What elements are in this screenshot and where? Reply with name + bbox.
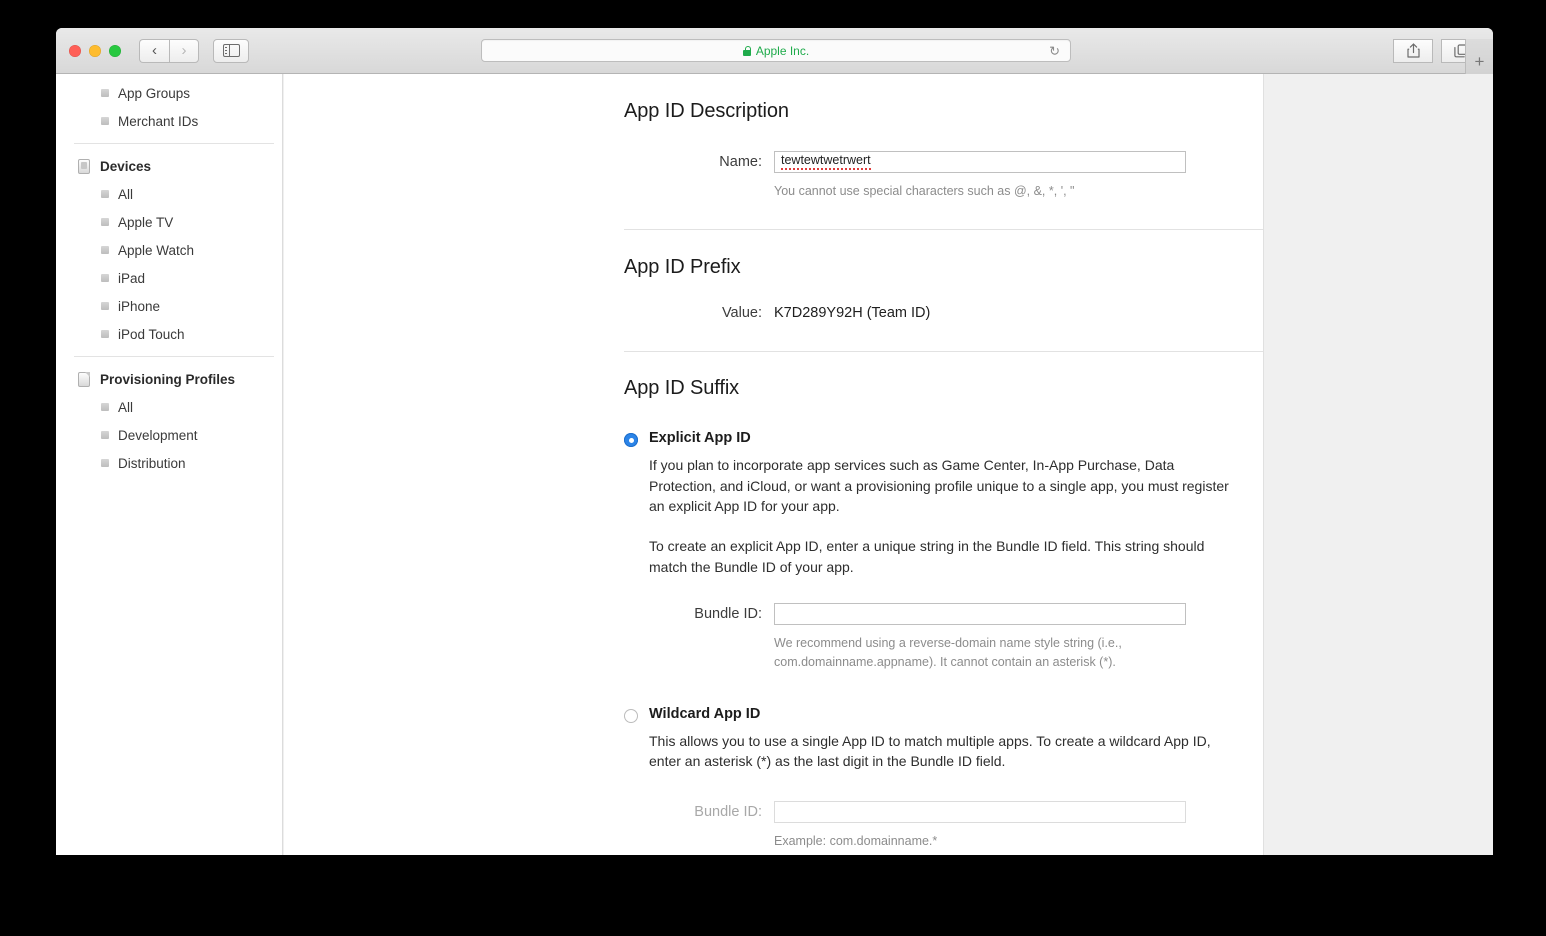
device-icon: [78, 158, 90, 174]
window-controls: [69, 44, 121, 57]
document-icon: [78, 371, 90, 387]
chevron-right-icon: ›: [181, 42, 187, 59]
wildcard-app-id-paragraph-1: This allows you to use a single App ID t…: [649, 732, 1211, 769]
bullet-icon: [101, 459, 109, 467]
bullet-icon: [101, 403, 109, 411]
bullet-icon: [101, 190, 109, 198]
content-pane: App ID Description Name: tewtewtwetrwert…: [284, 74, 1274, 855]
sidebar-item-profiles-all[interactable]: All: [74, 393, 284, 421]
sidebar: App Groups Merchant IDs Devices All Appl…: [56, 74, 283, 855]
sidebar-item-iphone[interactable]: iPhone: [74, 292, 284, 320]
lock-icon: [742, 45, 752, 56]
name-field-row: Name: tewtewtwetrwert: [624, 151, 1274, 173]
app-id-prefix-heading: App ID Prefix: [624, 256, 741, 279]
wildcard-bundle-id-row: Bundle ID:: [624, 801, 1274, 824]
section-divider: [624, 351, 1274, 353]
explicit-app-id-radio[interactable]: [624, 433, 638, 448]
sidebar-group-devices[interactable]: Devices: [74, 152, 284, 180]
share-button[interactable]: [1393, 38, 1433, 63]
sidebar-group-label: Devices: [100, 158, 152, 174]
sidebar-item-ipod-touch[interactable]: iPod Touch: [74, 320, 284, 348]
sidebar-item-label: All: [118, 186, 134, 202]
wildcard-bundle-id-hint: Example: com.domainname.*: [774, 834, 938, 849]
wildcard-bundle-id-label: Bundle ID:: [694, 804, 762, 821]
explicit-app-id-paragraph-2: To create an explicit App ID, enter a un…: [649, 538, 1205, 575]
bullet-icon: [101, 117, 109, 125]
prefix-value: K7D289Y92H (Team ID): [774, 305, 931, 322]
toolbar-right-group: +: [1385, 38, 1493, 85]
wildcard-app-id-title: Wildcard App ID: [649, 705, 761, 722]
browser-window: ‹ › Apple Inc. ↻ + App Groups Merchant I…: [56, 28, 1493, 855]
sidebar-item-app-groups[interactable]: App Groups: [74, 79, 284, 107]
bullet-icon: [101, 218, 109, 226]
wildcard-app-id-option[interactable]: Wildcard App ID This allows you to use a…: [624, 706, 1274, 772]
sidebar-item-label: iPad: [118, 270, 146, 286]
sidebar-group-provisioning-profiles[interactable]: Provisioning Profiles: [74, 365, 284, 393]
explicit-bundle-id-label: Bundle ID:: [694, 605, 762, 622]
sidebar-item-label: Apple Watch: [118, 242, 195, 258]
close-window-button[interactable]: [69, 44, 81, 57]
explicit-app-id-title: Explicit App ID: [649, 430, 751, 447]
bullet-icon: [101, 89, 109, 97]
sidebar-nav: App Groups Merchant IDs Devices All Appl…: [74, 74, 284, 477]
wildcard-bundle-id-input[interactable]: [774, 801, 1186, 824]
app-id-form: App ID Description Name: tewtewtwetrwert…: [624, 74, 1274, 852]
share-icon: [1406, 43, 1420, 58]
app-id-description-heading: App ID Description: [624, 100, 789, 122]
sidebar-divider: [74, 356, 274, 357]
name-hint: You cannot use special characters such a…: [774, 184, 1075, 198]
bullet-icon: [101, 302, 109, 310]
sidebar-item-label: Apple TV: [118, 214, 174, 230]
name-input[interactable]: tewtewtwetrwert: [774, 151, 1186, 173]
sidebar-item-apple-tv[interactable]: Apple TV: [74, 208, 284, 236]
sidebar-item-merchant-ids[interactable]: Merchant IDs: [74, 107, 284, 135]
minimize-window-button[interactable]: [89, 44, 101, 57]
name-input-value: tewtewtwetrwert: [781, 153, 871, 170]
wildcard-app-id-radio[interactable]: [624, 708, 638, 723]
sidebar-item-distribution[interactable]: Distribution: [74, 449, 284, 477]
section-divider: [624, 229, 1274, 231]
address-bar-content: Apple Inc.: [742, 43, 810, 58]
sidebar-item-label: Distribution: [118, 455, 186, 471]
site-title-label: Apple Inc.: [755, 43, 810, 58]
toggle-sidebar-button[interactable]: [213, 38, 249, 63]
sidebar-item-ipad[interactable]: iPad: [74, 264, 284, 292]
app-id-suffix-heading: App ID Suffix: [624, 377, 740, 400]
browser-toolbar: ‹ › Apple Inc. ↻ +: [56, 28, 1493, 85]
sidebar-item-label: Merchant IDs: [118, 113, 199, 129]
page-body: App Groups Merchant IDs Devices All Appl…: [56, 74, 1493, 855]
back-button[interactable]: ‹: [139, 38, 169, 63]
forward-button[interactable]: ›: [169, 38, 199, 63]
sidebar-item-development[interactable]: Development: [74, 421, 284, 449]
explicit-app-id-option[interactable]: Explicit App ID If you plan to incorpora…: [624, 430, 1274, 576]
bullet-icon: [101, 330, 109, 338]
chevron-left-icon: ‹: [152, 42, 157, 59]
sidebar-item-label: Development: [118, 427, 198, 443]
sidebar-divider: [74, 143, 274, 144]
address-bar[interactable]: Apple Inc. ↻: [481, 39, 1071, 62]
bullet-icon: [101, 274, 109, 282]
navigation-buttons: ‹ ›: [139, 38, 199, 63]
right-gutter: [1263, 74, 1493, 855]
prefix-value-label: Value:: [721, 305, 762, 322]
name-label: Name:: [719, 154, 762, 170]
sidebar-item-label: App Groups: [118, 85, 191, 101]
bullet-icon: [101, 431, 109, 439]
plus-icon: +: [1474, 51, 1485, 71]
sidebar-icon: [222, 44, 240, 57]
bullet-icon: [101, 246, 109, 254]
reload-icon[interactable]: ↻: [1049, 44, 1060, 57]
sidebar-item-apple-watch[interactable]: Apple Watch: [74, 236, 284, 264]
sidebar-item-label: All: [118, 399, 134, 415]
explicit-bundle-id-row: Bundle ID:: [624, 602, 1274, 625]
explicit-app-id-paragraph-1: If you plan to incorporate app services …: [649, 457, 1229, 514]
zoom-window-button[interactable]: [109, 44, 121, 57]
explicit-bundle-id-input[interactable]: [774, 602, 1186, 625]
sidebar-item-label: iPod Touch: [118, 326, 185, 342]
sidebar-item-devices-all[interactable]: All: [74, 180, 284, 208]
sidebar-group-label: Provisioning Profiles: [100, 371, 236, 387]
prefix-value-row: Value: K7D289Y92H (Team ID): [624, 305, 1274, 321]
sidebar-item-label: iPhone: [118, 298, 161, 314]
explicit-bundle-id-hint: We recommend using a reverse-domain name…: [774, 635, 1122, 670]
